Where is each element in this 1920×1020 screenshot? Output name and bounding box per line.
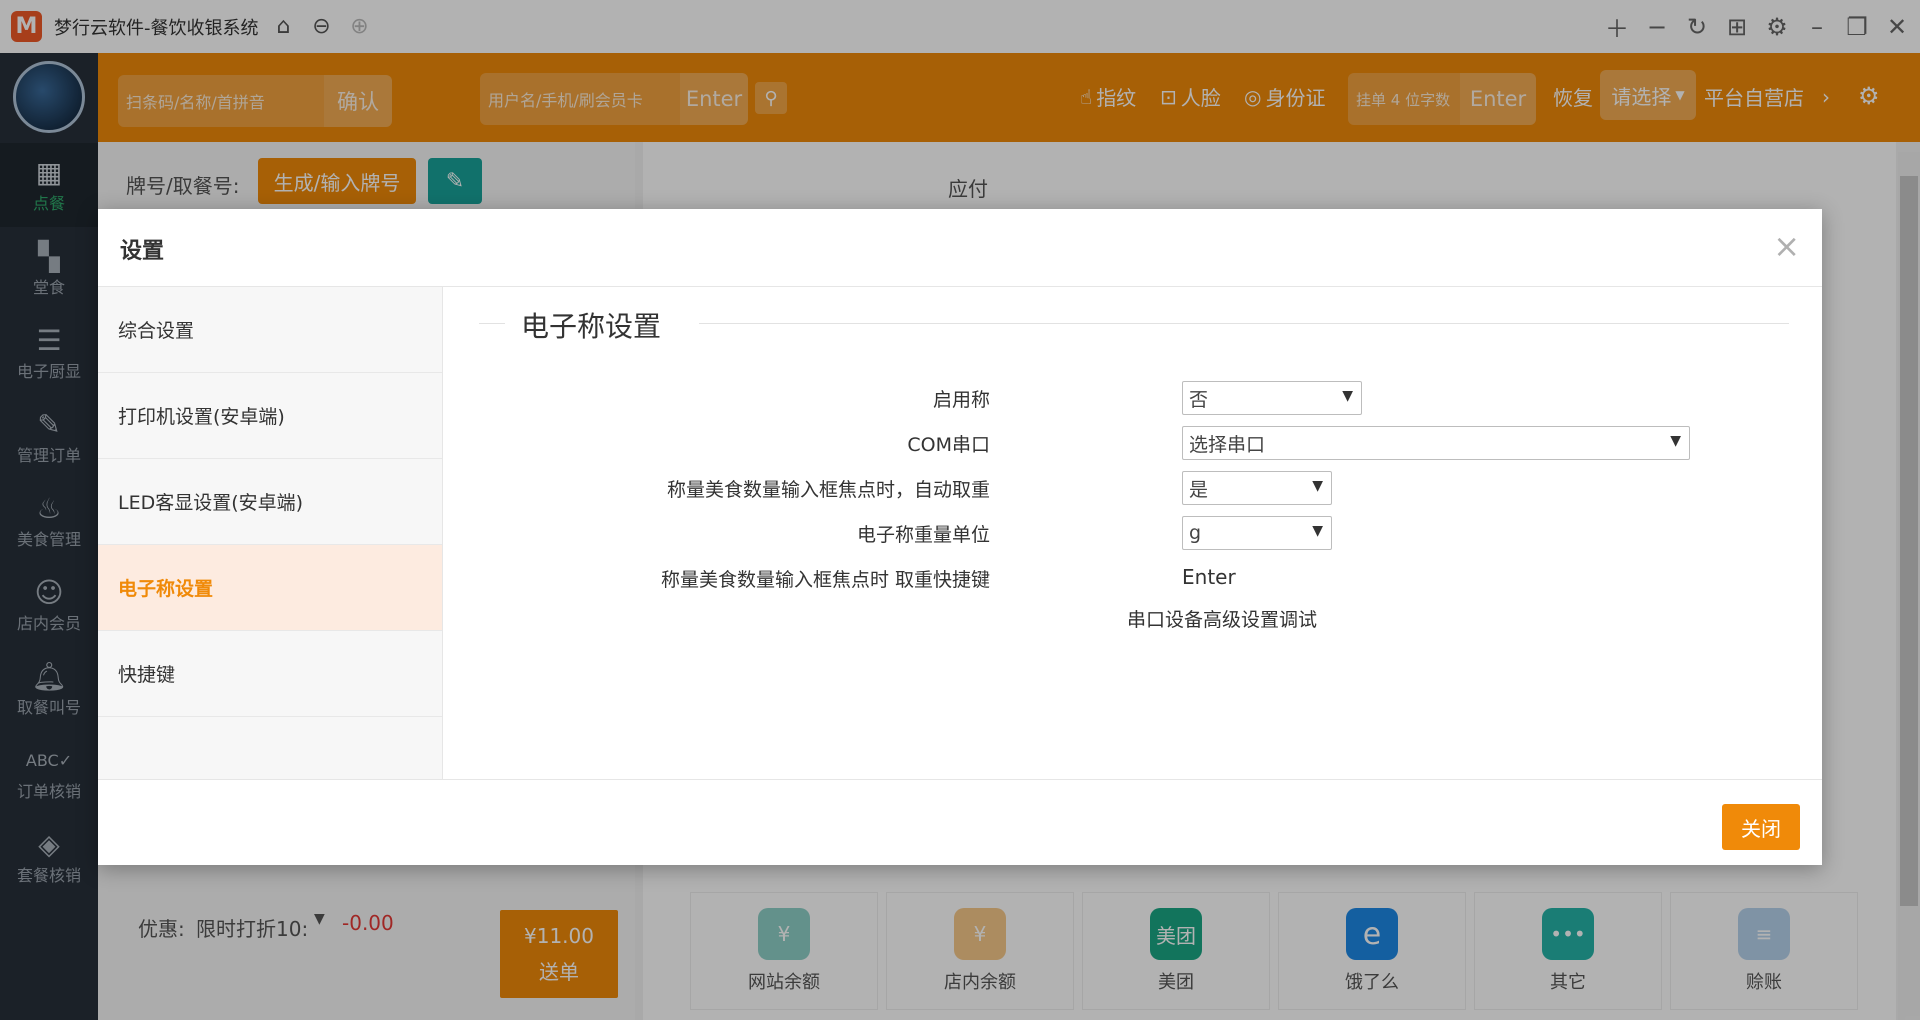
caret-down-icon: ▼ <box>1670 433 1681 449</box>
close-button[interactable]: 关闭 <box>1722 804 1800 850</box>
section-header: 电子称设置 <box>479 305 1789 343</box>
weight-unit-select[interactable]: g ▼ <box>1182 516 1332 550</box>
caret-down-icon: ▼ <box>1342 388 1353 404</box>
row-enable-scale: 启用称 否 ▼ <box>447 381 1822 415</box>
settings-content: 电子称设置 启用称 否 ▼ COM串口 选择串口 ▼ 称量美食数量输入框焦点时，… <box>447 287 1822 779</box>
settings-dialog: 设置 × 综合设置 打印机设置(安卓端) LED客显设置(安卓端) 电子称设置 … <box>98 209 1822 865</box>
row-com-port: COM串口 选择串口 ▼ <box>447 426 1822 460</box>
tab-led-display[interactable]: LED客显设置(安卓端) <box>98 459 442 545</box>
weigh-hotkey-value[interactable]: Enter <box>1182 565 1236 589</box>
enable-scale-select[interactable]: 否 ▼ <box>1182 381 1362 415</box>
enable-scale-label: 启用称 <box>932 389 990 411</box>
row-advanced: 串口设备高级设置调试 <box>447 601 1822 635</box>
row-auto-weigh: 称量美食数量输入框焦点时，自动取重 是 ▼ <box>447 471 1822 505</box>
divider <box>699 323 1789 324</box>
settings-tabs: 综合设置 打印机设置(安卓端) LED客显设置(安卓端) 电子称设置 快捷键 <box>98 287 443 779</box>
weight-unit-label: 电子称重量单位 <box>856 524 990 546</box>
auto-weigh-select[interactable]: 是 ▼ <box>1182 471 1332 505</box>
tab-printer[interactable]: 打印机设置(安卓端) <box>98 373 442 459</box>
tab-general[interactable]: 综合设置 <box>98 287 442 373</box>
close-icon[interactable]: × <box>1773 227 1800 265</box>
advanced-serial-settings-link[interactable]: 串口设备高级设置调试 <box>1127 605 1317 632</box>
auto-weigh-value: 是 <box>1189 478 1209 501</box>
tab-shortcuts[interactable]: 快捷键 <box>98 631 442 717</box>
section-title: 电子称设置 <box>521 310 662 343</box>
dialog-title: 设置 <box>120 239 165 264</box>
divider <box>479 323 505 324</box>
com-port-select[interactable]: 选择串口 ▼ <box>1182 426 1690 460</box>
dialog-footer: 关闭 <box>98 779 1822 865</box>
caret-down-icon: ▼ <box>1312 523 1323 539</box>
tab-electronic-scale[interactable]: 电子称设置 <box>98 545 442 631</box>
row-weigh-hotkey: 称量美食数量输入框焦点时 取重快捷键 Enter <box>447 561 1822 595</box>
com-port-label: COM串口 <box>907 434 990 456</box>
auto-weigh-label: 称量美食数量输入框焦点时，自动取重 <box>666 479 990 501</box>
com-port-value: 选择串口 <box>1189 433 1266 456</box>
row-weight-unit: 电子称重量单位 g ▼ <box>447 516 1822 550</box>
weigh-hotkey-label: 称量美食数量输入框焦点时 取重快捷键 <box>660 569 990 591</box>
weight-unit-value: g <box>1189 522 1202 544</box>
enable-scale-value: 否 <box>1189 388 1209 411</box>
dialog-header: 设置 × <box>98 209 1822 287</box>
caret-down-icon: ▼ <box>1312 478 1323 494</box>
